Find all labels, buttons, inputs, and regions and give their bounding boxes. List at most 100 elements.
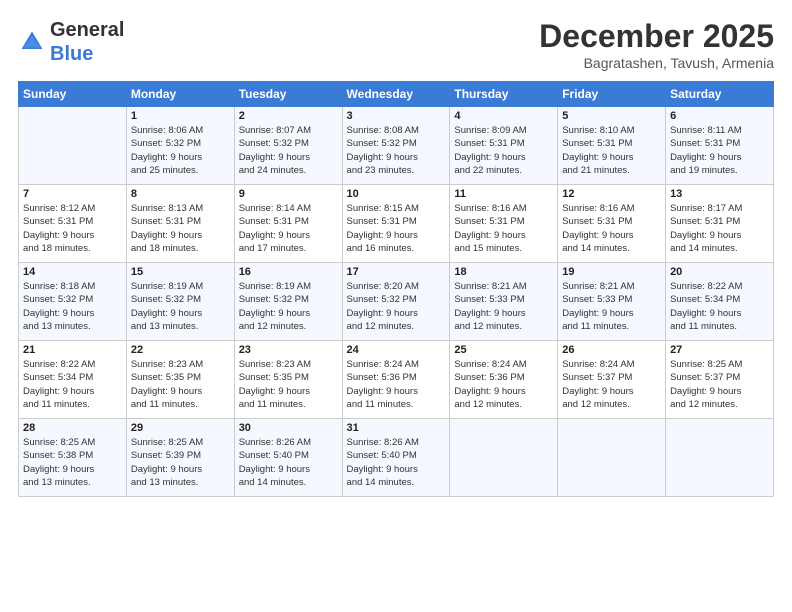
title-block: December 2025 Bagratashen, Tavush, Armen… bbox=[539, 18, 774, 71]
day-number: 20 bbox=[670, 266, 769, 278]
logo-icon bbox=[18, 28, 46, 56]
calendar-cell: 18Sunrise: 8:21 AMSunset: 5:33 PMDayligh… bbox=[450, 263, 558, 341]
calendar-cell: 6 Sunrise: 8:11 AMSunset: 5:31 PMDaylight… bbox=[666, 107, 774, 185]
calendar-cell: 2 Sunrise: 8:07 AMSunset: 5:32 PMDaylight… bbox=[234, 107, 342, 185]
page: General Blue December 2025 Bagratashen, … bbox=[0, 0, 792, 612]
logo-general: General bbox=[50, 19, 124, 41]
col-header-tuesday: Tuesday bbox=[234, 82, 342, 107]
day-info: Sunrise: 8:06 AMSunset: 5:32 PMDaylight:… bbox=[131, 124, 230, 177]
day-number: 26 bbox=[562, 344, 661, 356]
calendar-header-row: SundayMondayTuesdayWednesdayThursdayFrid… bbox=[19, 82, 774, 107]
calendar-cell: 12 Sunrise: 8:16 AMSunset: 5:31 PMDayligh… bbox=[558, 185, 666, 263]
col-header-wednesday: Wednesday bbox=[342, 82, 450, 107]
day-number: 3 bbox=[347, 110, 446, 122]
calendar-cell: 9 Sunrise: 8:14 AMSunset: 5:31 PMDaylight… bbox=[234, 185, 342, 263]
calendar-cell: 10Sunrise: 8:15 AMSunset: 5:31 PMDayligh… bbox=[342, 185, 450, 263]
week-row-3: 14Sunrise: 8:18 AMSunset: 5:32 PMDayligh… bbox=[19, 263, 774, 341]
day-info: Sunrise: 8:14 AMSunset: 5:31 PMDaylight:… bbox=[239, 202, 338, 255]
day-info: Sunrise: 8:16 AMSunset: 5:31 PMDaylight:… bbox=[454, 202, 553, 255]
day-number: 2 bbox=[239, 110, 338, 122]
day-info: Sunrise: 8:22 AMSunset: 5:34 PMDaylight:… bbox=[23, 358, 122, 411]
calendar-cell: 25 Sunrise: 8:24 AMSunset: 5:36 PMDayligh… bbox=[450, 341, 558, 419]
col-header-thursday: Thursday bbox=[450, 82, 558, 107]
logo: General Blue bbox=[18, 18, 124, 66]
day-info: Sunrise: 8:10 AMSunset: 5:31 PMDaylight:… bbox=[562, 124, 661, 177]
day-info: Sunrise: 8:17 AMSunset: 5:31 PMDaylight:… bbox=[670, 202, 769, 255]
day-info: Sunrise: 8:25 AMSunset: 5:39 PMDaylight:… bbox=[131, 436, 230, 489]
calendar-cell: 22Sunrise: 8:23 AMSunset: 5:35 PMDayligh… bbox=[126, 341, 234, 419]
day-info: Sunrise: 8:23 AMSunset: 5:35 PMDaylight:… bbox=[239, 358, 338, 411]
calendar-cell: 23 Sunrise: 8:23 AMSunset: 5:35 PMDayligh… bbox=[234, 341, 342, 419]
day-number: 7 bbox=[23, 188, 122, 200]
day-number: 16 bbox=[239, 266, 338, 278]
day-number: 14 bbox=[23, 266, 122, 278]
calendar-cell: 17 Sunrise: 8:20 AMSunset: 5:32 PMDayligh… bbox=[342, 263, 450, 341]
calendar-cell: 24 Sunrise: 8:24 AMSunset: 5:36 PMDayligh… bbox=[342, 341, 450, 419]
calendar-cell: 5 Sunrise: 8:10 AMSunset: 5:31 PMDaylight… bbox=[558, 107, 666, 185]
day-number: 9 bbox=[239, 188, 338, 200]
day-number: 4 bbox=[454, 110, 553, 122]
day-number: 29 bbox=[131, 422, 230, 434]
day-number: 31 bbox=[347, 422, 446, 434]
week-row-1: 1 Sunrise: 8:06 AMSunset: 5:32 PMDaylight… bbox=[19, 107, 774, 185]
day-info: Sunrise: 8:23 AMSunset: 5:35 PMDaylight:… bbox=[131, 358, 230, 411]
day-number: 24 bbox=[347, 344, 446, 356]
day-info: Sunrise: 8:07 AMSunset: 5:32 PMDaylight:… bbox=[239, 124, 338, 177]
logo-blue: Blue bbox=[50, 43, 93, 65]
calendar-cell: 30Sunrise: 8:26 AMSunset: 5:40 PMDayligh… bbox=[234, 419, 342, 497]
day-info: Sunrise: 8:08 AMSunset: 5:32 PMDaylight:… bbox=[347, 124, 446, 177]
calendar-cell bbox=[666, 419, 774, 497]
col-header-monday: Monday bbox=[126, 82, 234, 107]
calendar-cell: 20 Sunrise: 8:22 AMSunset: 5:34 PMDayligh… bbox=[666, 263, 774, 341]
day-number: 19 bbox=[562, 266, 661, 278]
day-info: Sunrise: 8:21 AMSunset: 5:33 PMDaylight:… bbox=[562, 280, 661, 333]
calendar-cell: 29 Sunrise: 8:25 AMSunset: 5:39 PMDayligh… bbox=[126, 419, 234, 497]
col-header-friday: Friday bbox=[558, 82, 666, 107]
header: General Blue December 2025 Bagratashen, … bbox=[18, 18, 774, 71]
day-info: Sunrise: 8:16 AMSunset: 5:31 PMDaylight:… bbox=[562, 202, 661, 255]
day-number: 25 bbox=[454, 344, 553, 356]
day-info: Sunrise: 8:13 AMSunset: 5:31 PMDaylight:… bbox=[131, 202, 230, 255]
calendar-cell: 1 Sunrise: 8:06 AMSunset: 5:32 PMDaylight… bbox=[126, 107, 234, 185]
calendar-cell bbox=[558, 419, 666, 497]
day-info: Sunrise: 8:22 AMSunset: 5:34 PMDaylight:… bbox=[670, 280, 769, 333]
day-number: 18 bbox=[454, 266, 553, 278]
day-number: 12 bbox=[562, 188, 661, 200]
day-number: 23 bbox=[239, 344, 338, 356]
day-info: Sunrise: 8:24 AMSunset: 5:37 PMDaylight:… bbox=[562, 358, 661, 411]
calendar-cell: 7 Sunrise: 8:12 AMSunset: 5:31 PMDaylight… bbox=[19, 185, 127, 263]
calendar-body: 1 Sunrise: 8:06 AMSunset: 5:32 PMDaylight… bbox=[19, 107, 774, 497]
calendar-cell: 8Sunrise: 8:13 AMSunset: 5:31 PMDaylight… bbox=[126, 185, 234, 263]
calendar-cell: 13 Sunrise: 8:17 AMSunset: 5:31 PMDayligh… bbox=[666, 185, 774, 263]
calendar-cell: 11Sunrise: 8:16 AMSunset: 5:31 PMDayligh… bbox=[450, 185, 558, 263]
day-info: Sunrise: 8:12 AMSunset: 5:31 PMDaylight:… bbox=[23, 202, 122, 255]
col-header-sunday: Sunday bbox=[19, 82, 127, 107]
calendar-cell bbox=[19, 107, 127, 185]
calendar-cell: 28 Sunrise: 8:25 AMSunset: 5:38 PMDayligh… bbox=[19, 419, 127, 497]
location-subtitle: Bagratashen, Tavush, Armenia bbox=[539, 55, 774, 71]
day-info: Sunrise: 8:15 AMSunset: 5:31 PMDaylight:… bbox=[347, 202, 446, 255]
day-number: 17 bbox=[347, 266, 446, 278]
week-row-2: 7 Sunrise: 8:12 AMSunset: 5:31 PMDaylight… bbox=[19, 185, 774, 263]
day-number: 27 bbox=[670, 344, 769, 356]
calendar-cell: 16 Sunrise: 8:19 AMSunset: 5:32 PMDayligh… bbox=[234, 263, 342, 341]
day-info: Sunrise: 8:25 AMSunset: 5:38 PMDaylight:… bbox=[23, 436, 122, 489]
day-info: Sunrise: 8:24 AMSunset: 5:36 PMDaylight:… bbox=[454, 358, 553, 411]
day-number: 13 bbox=[670, 188, 769, 200]
day-info: Sunrise: 8:25 AMSunset: 5:37 PMDaylight:… bbox=[670, 358, 769, 411]
calendar-cell: 15Sunrise: 8:19 AMSunset: 5:32 PMDayligh… bbox=[126, 263, 234, 341]
week-row-4: 21Sunrise: 8:22 AMSunset: 5:34 PMDayligh… bbox=[19, 341, 774, 419]
day-info: Sunrise: 8:20 AMSunset: 5:32 PMDaylight:… bbox=[347, 280, 446, 333]
calendar-cell: 27 Sunrise: 8:25 AMSunset: 5:37 PMDayligh… bbox=[666, 341, 774, 419]
day-info: Sunrise: 8:19 AMSunset: 5:32 PMDaylight:… bbox=[239, 280, 338, 333]
calendar-cell: 14Sunrise: 8:18 AMSunset: 5:32 PMDayligh… bbox=[19, 263, 127, 341]
week-row-5: 28 Sunrise: 8:25 AMSunset: 5:38 PMDayligh… bbox=[19, 419, 774, 497]
day-number: 5 bbox=[562, 110, 661, 122]
day-number: 1 bbox=[131, 110, 230, 122]
calendar-cell: 3 Sunrise: 8:08 AMSunset: 5:32 PMDaylight… bbox=[342, 107, 450, 185]
day-info: Sunrise: 8:24 AMSunset: 5:36 PMDaylight:… bbox=[347, 358, 446, 411]
day-info: Sunrise: 8:26 AMSunset: 5:40 PMDaylight:… bbox=[239, 436, 338, 489]
day-info: Sunrise: 8:11 AMSunset: 5:31 PMDaylight:… bbox=[670, 124, 769, 177]
day-number: 6 bbox=[670, 110, 769, 122]
day-number: 28 bbox=[23, 422, 122, 434]
